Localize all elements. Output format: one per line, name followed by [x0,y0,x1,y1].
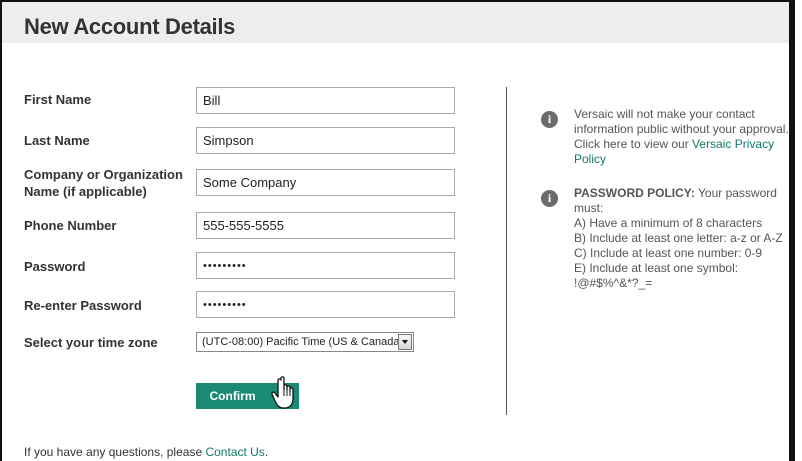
page-header: New Account Details [2,2,789,43]
first-name-label: First Name [24,92,92,107]
last-name-label: Last Name [24,133,90,148]
password-rule: E) Include at least one symbol: !@#$%^&*… [574,261,739,290]
footer-text: If you have any questions, please [24,445,206,459]
password-rule: C) Include at least one number: 0-9 [574,246,763,260]
password-policy: PASSWORD POLICY: Your password must: A) … [574,186,790,291]
company-input[interactable] [196,169,455,196]
footer-suffix: . [264,445,269,459]
password-confirm-label: Re-enter Password [24,298,142,313]
info-icon: i [541,111,558,128]
phone-input[interactable] [196,212,455,239]
timezone-select[interactable]: (UTC-08:00) Pacific Time (US & Canada) [196,332,414,352]
company-label-line2: Name (if applicable) [24,184,147,199]
phone-label: Phone Number [24,218,117,233]
first-name-input[interactable] [196,87,455,114]
company-label-line1: Company or Organization [24,167,183,182]
page-title: New Account Details [24,14,236,39]
timezone-select-value: (UTC-08:00) Pacific Time (US & Canada) [202,336,404,348]
info-icon: i [541,190,558,207]
password-label: Password [24,259,86,274]
column-divider [506,87,507,415]
timezone-label: Select your time zone [24,335,158,350]
footer-help-text: If you have any questions, please Contac… [24,445,268,459]
password-confirm-input[interactable] [196,291,455,318]
password-rule: B) Include at least one letter: a-z or A… [574,231,783,245]
privacy-notice: Versaic will not make your contact infor… [574,107,790,167]
password-policy-heading: PASSWORD POLICY: [574,186,695,200]
password-input[interactable] [196,252,455,279]
company-label: Company or Organization Name (if applica… [24,166,183,200]
contact-us-link[interactable]: Contact Us [205,445,264,459]
password-rule: A) Have a minimum of 8 characters [574,216,763,230]
chevron-down-icon[interactable] [398,334,412,350]
password-policy-intro: PASSWORD POLICY: Your password must: [574,186,790,216]
hand-pointer-icon [271,376,294,409]
last-name-input[interactable] [196,127,455,154]
